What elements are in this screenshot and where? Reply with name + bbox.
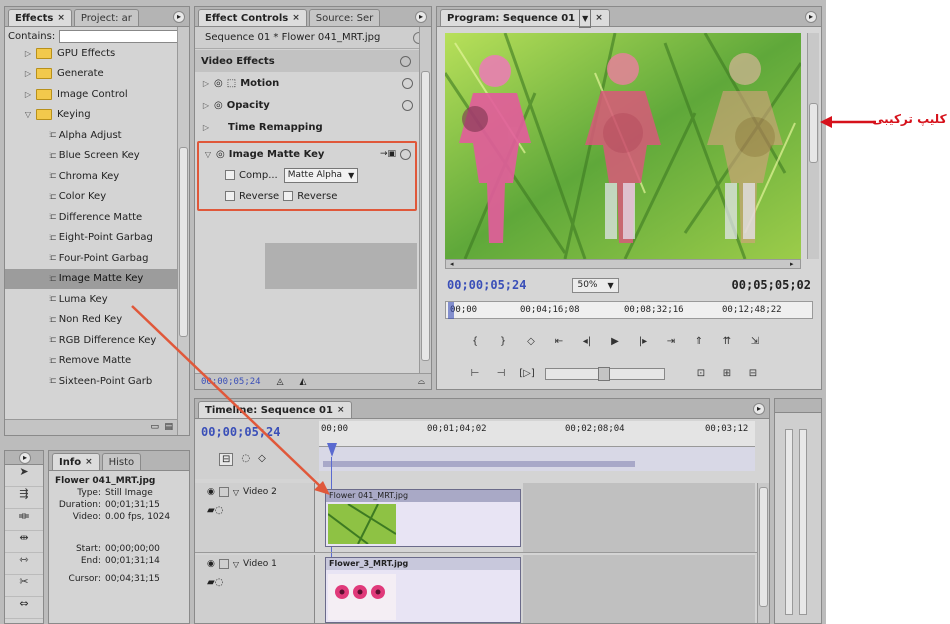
annotation-label: کلیپ ترکیبی	[872, 112, 947, 126]
premiere-workspace: Effects × Project: ar ▸ Contains: ▷ GPU Ef…	[0, 0, 826, 624]
arrow-overlay	[131, 305, 330, 495]
drag-arrow-line	[131, 305, 323, 489]
annotation-arrow	[820, 116, 876, 128]
